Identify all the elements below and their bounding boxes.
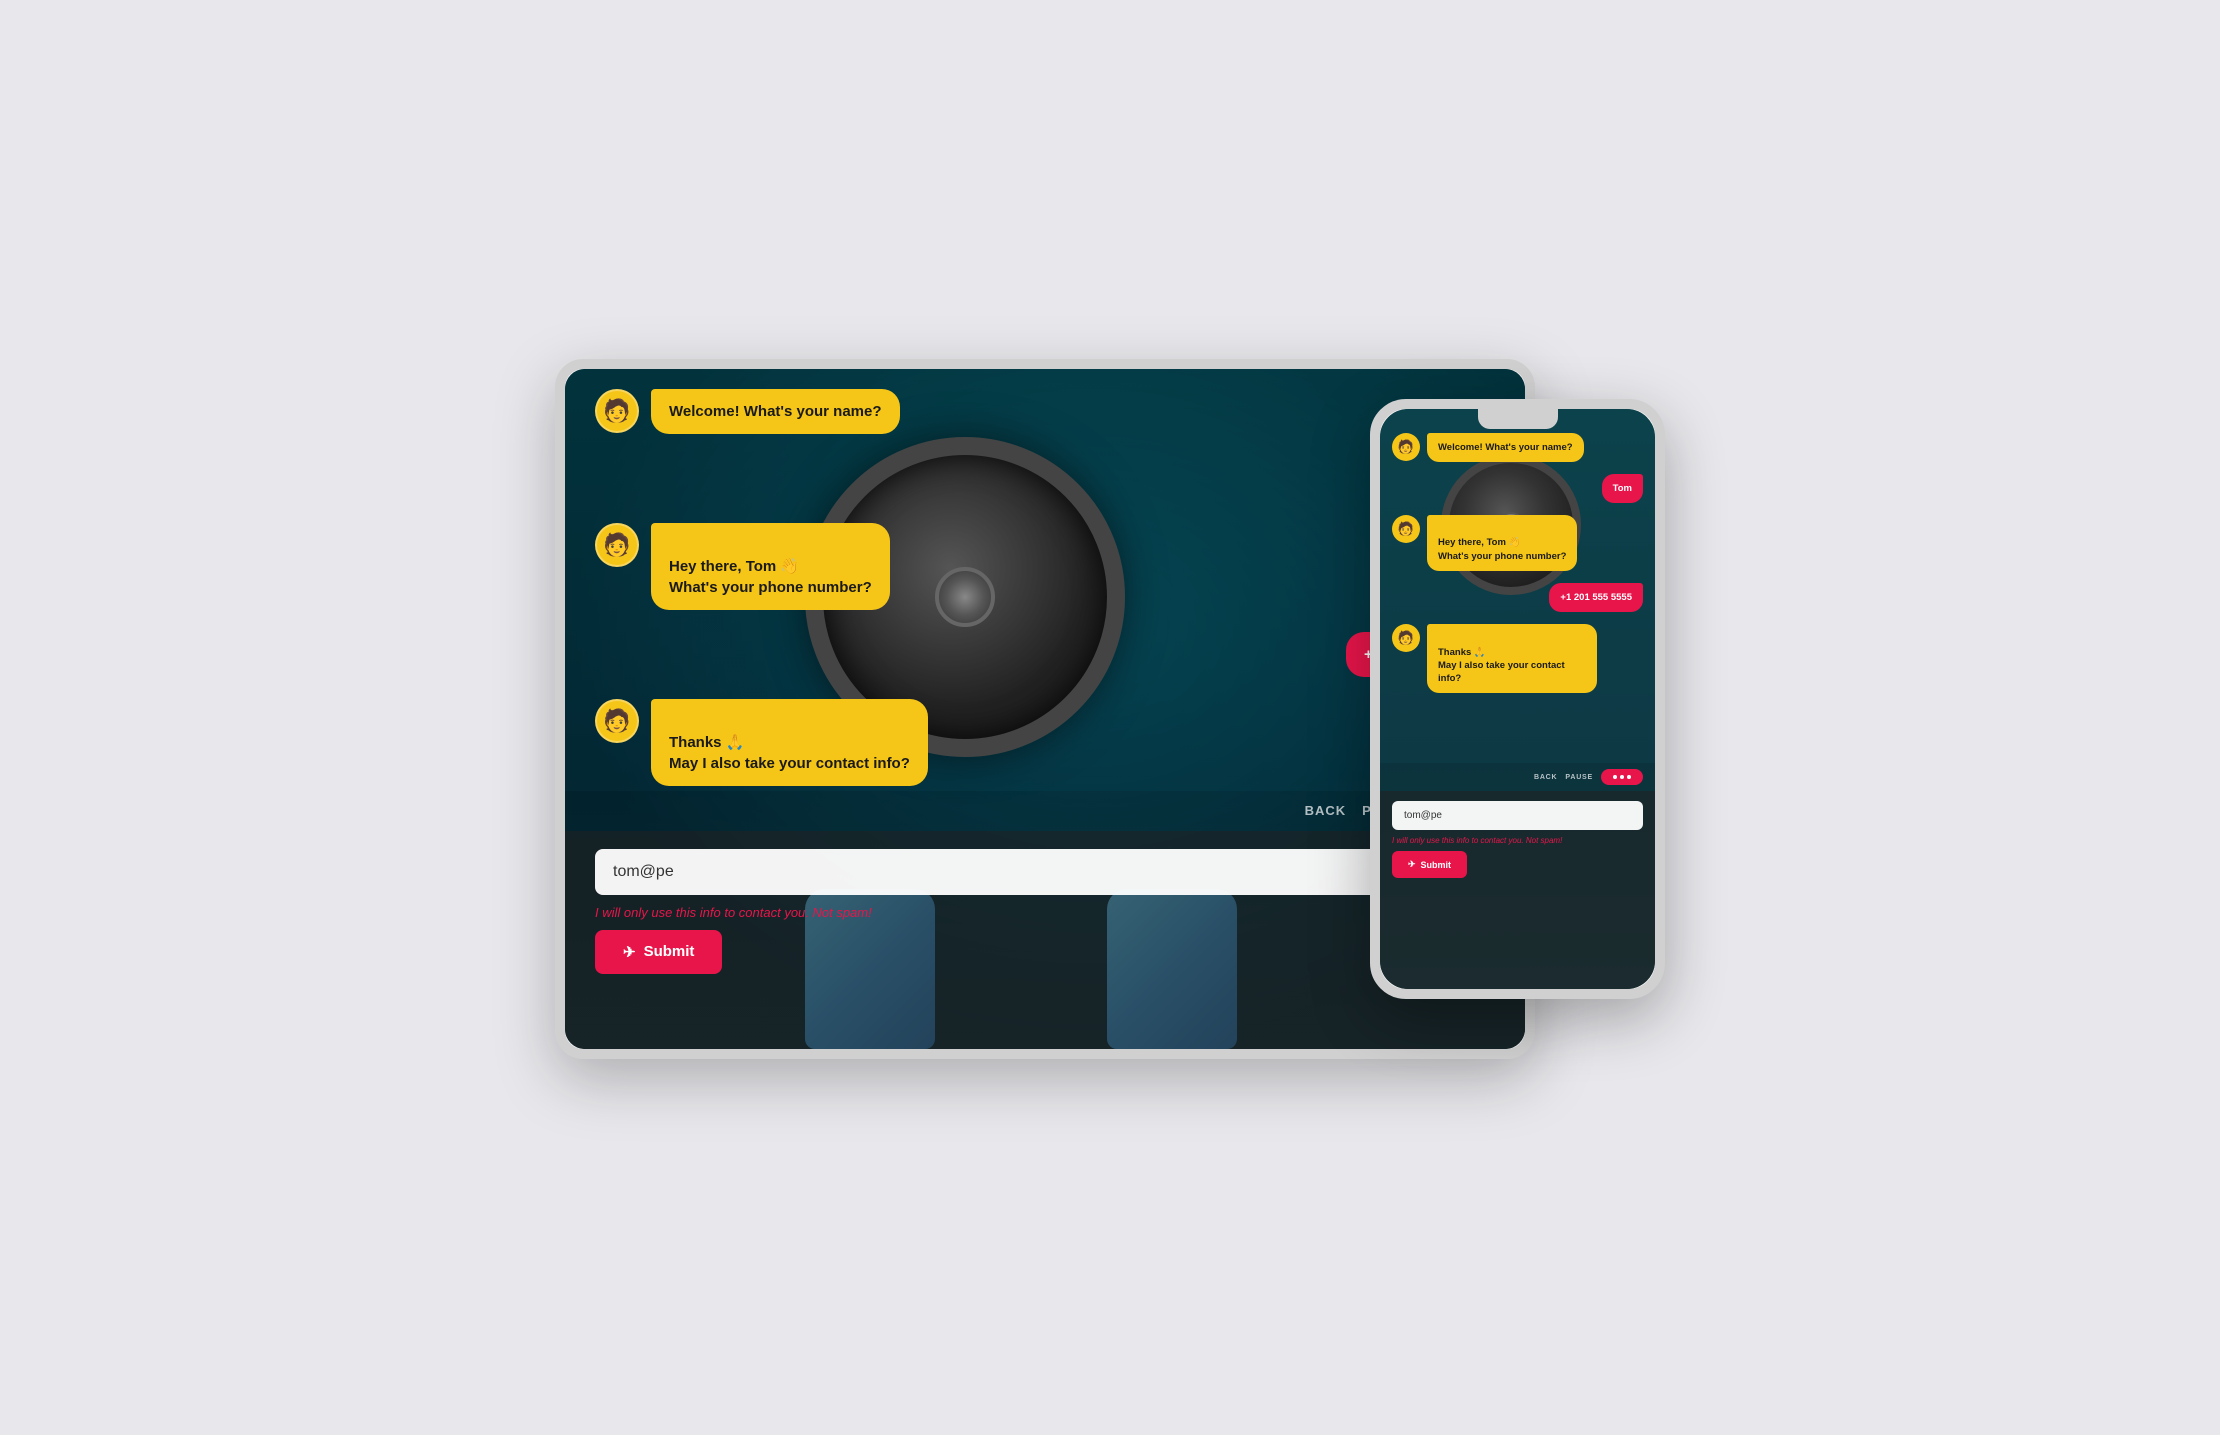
phone-bot-bubble-3: Thanks 🙏 May I also take your contact in… <box>1427 624 1597 693</box>
phone-dot-3 <box>1627 775 1631 779</box>
bot-bubble-3: Thanks 🙏 May I also take your contact in… <box>651 699 928 786</box>
phone-dot-1 <box>1613 775 1617 779</box>
phone-bot-bubble-1: Welcome! What's your name? <box>1427 433 1584 462</box>
phone-chat-row-1: 🧑 Welcome! What's your name? <box>1392 433 1643 462</box>
phone-bot-bubble-2: Hey there, Tom 👋 What's your phone numbe… <box>1427 515 1577 571</box>
phone-pause-button[interactable]: PAUSE <box>1565 774 1593 781</box>
phone-hint-text: I will only use this info to contact you… <box>1392 836 1643 845</box>
phone-back-button[interactable]: BACK <box>1534 774 1557 781</box>
phone-notch <box>1478 409 1558 429</box>
phone-chat-row-5: 🧑 Thanks 🙏 May I also take your contact … <box>1392 624 1643 693</box>
email-input[interactable] <box>595 849 1495 895</box>
chat-row-2: Tom <box>595 456 1495 501</box>
phone-input-area: I will only use this info to contact you… <box>1380 791 1655 988</box>
phone-device: 🧑 Welcome! What's your name? Tom 🧑 Hey t… <box>1370 399 1665 999</box>
hint-text: I will only use this info to contact you… <box>595 905 1495 920</box>
phone-send-icon: ✈ <box>1408 859 1416 870</box>
send-icon: ✈ <box>623 943 636 961</box>
bottom-row: ✈ Submit <box>595 930 1495 974</box>
bot-bubble-1: Welcome! What's your name? <box>651 389 900 434</box>
bot-avatar-2: 🧑 <box>595 523 639 567</box>
bot-avatar-1: 🧑 <box>595 389 639 433</box>
phone-dot-2 <box>1620 775 1624 779</box>
phone-user-bubble-2: +1 201 555 5555 <box>1549 583 1643 612</box>
bot-avatar-3: 🧑 <box>595 699 639 743</box>
bot-bubble-2: Hey there, Tom 👋 What's your phone numbe… <box>651 523 890 610</box>
phone-chat-row-2: Tom <box>1392 474 1643 503</box>
submit-button[interactable]: ✈ Submit <box>595 930 722 974</box>
chat-row-3: 🧑 Hey there, Tom 👋 What's your phone num… <box>595 523 1495 610</box>
phone-screen: 🧑 Welcome! What's your name? Tom 🧑 Hey t… <box>1380 409 1655 989</box>
phone-email-input[interactable] <box>1392 801 1643 830</box>
phone-bot-avatar-3: 🧑 <box>1392 624 1420 652</box>
scene: 🧑 Welcome! What's your name? Tom 🧑 Hey t… <box>555 359 1665 1077</box>
phone-chat-row-4: +1 201 555 5555 <box>1392 583 1643 612</box>
phone-more-options-button[interactable] <box>1601 769 1643 785</box>
phone-bot-avatar-2: 🧑 <box>1392 515 1420 543</box>
chat-row-1: 🧑 Welcome! What's your name? <box>595 389 1495 434</box>
phone-controls-bar: BACK PAUSE <box>1380 763 1655 791</box>
phone-submit-button[interactable]: ✈ Submit <box>1392 851 1467 878</box>
back-button[interactable]: BACK <box>1305 803 1347 818</box>
phone-chat-row-3: 🧑 Hey there, Tom 👋 What's your phone num… <box>1392 515 1643 571</box>
chat-row-5: 🧑 Thanks 🙏 May I also take your contact … <box>595 699 1495 786</box>
phone-chat-area: 🧑 Welcome! What's your name? Tom 🧑 Hey t… <box>1380 409 1655 792</box>
phone-bottom-row: ✈ Submit <box>1392 851 1643 878</box>
phone-user-bubble-1: Tom <box>1602 474 1643 503</box>
chat-row-4: +1 201 555 5555 <box>595 632 1495 677</box>
phone-bot-avatar-1: 🧑 <box>1392 433 1420 461</box>
